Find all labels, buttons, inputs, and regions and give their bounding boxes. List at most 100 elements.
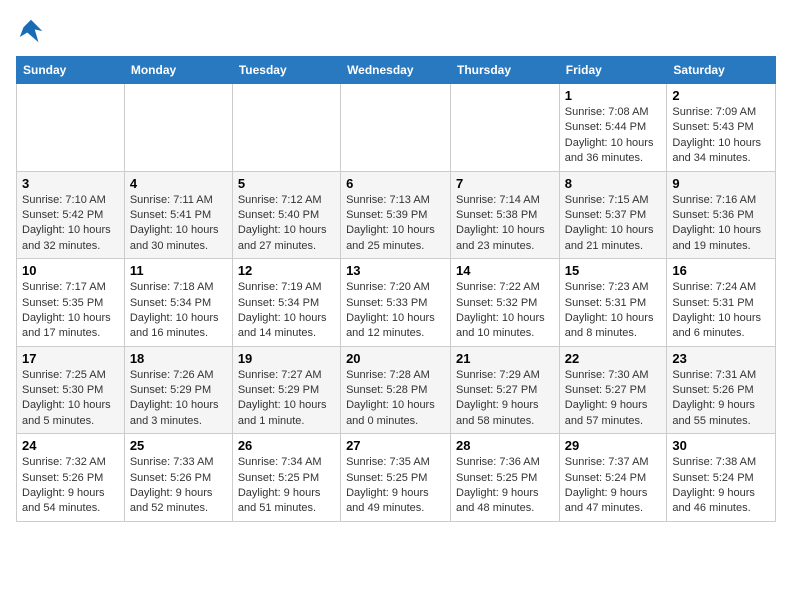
calendar-cell [451,84,560,172]
day-number: 22 [565,351,662,366]
weekday-header-cell: Thursday [451,57,560,84]
day-info: Sunrise: 7:32 AM Sunset: 5:26 PM Dayligh… [22,455,119,517]
weekday-header-cell: Sunday [17,57,125,84]
day-number: 8 [565,176,662,191]
calendar-cell: 25 Sunrise: 7:33 AM Sunset: 5:26 PM Dayli… [124,434,232,522]
calendar-cell: 9 Sunrise: 7:16 AM Sunset: 5:36 PM Daylig… [667,171,776,259]
day-info: Sunrise: 7:26 AM Sunset: 5:29 PM Dayligh… [130,368,227,430]
calendar-cell: 8 Sunrise: 7:15 AM Sunset: 5:37 PM Daylig… [559,171,667,259]
calendar-cell: 21 Sunrise: 7:29 AM Sunset: 5:27 PM Dayli… [451,346,560,434]
day-info: Sunrise: 7:11 AM Sunset: 5:41 PM Dayligh… [130,193,227,255]
day-number: 7 [456,176,554,191]
calendar-cell: 22 Sunrise: 7:30 AM Sunset: 5:27 PM Dayli… [559,346,667,434]
weekday-header-row: SundayMondayTuesdayWednesdayThursdayFrid… [17,57,776,84]
calendar-cell: 20 Sunrise: 7:28 AM Sunset: 5:28 PM Dayli… [341,346,451,434]
calendar-cell [341,84,451,172]
day-number: 15 [565,263,662,278]
calendar-cell: 17 Sunrise: 7:25 AM Sunset: 5:30 PM Dayli… [17,346,125,434]
calendar-cell: 18 Sunrise: 7:26 AM Sunset: 5:29 PM Dayli… [124,346,232,434]
calendar-cell [124,84,232,172]
calendar-week-row: 10Sunrise: 7:17 AM Sunset: 5:35 PM Dayli… [17,259,776,347]
calendar-cell: 3 Sunrise: 7:10 AM Sunset: 5:42 PM Daylig… [17,171,125,259]
logo [16,16,50,46]
day-number: 11 [130,263,227,278]
calendar-cell: 27 Sunrise: 7:35 AM Sunset: 5:25 PM Dayli… [341,434,451,522]
day-info: Sunrise: 7:36 AM Sunset: 5:25 PM Dayligh… [456,455,554,517]
day-info: Sunrise: 7:30 AM Sunset: 5:27 PM Dayligh… [565,368,662,430]
day-number: 24 [22,438,119,453]
day-number: 27 [346,438,445,453]
calendar-cell: 11Sunrise: 7:18 AM Sunset: 5:34 PM Dayli… [124,259,232,347]
weekday-header-cell: Friday [559,57,667,84]
day-number: 6 [346,176,445,191]
calendar-cell [232,84,340,172]
calendar-cell [17,84,125,172]
calendar-cell: 12 Sunrise: 7:19 AM Sunset: 5:34 PM Dayli… [232,259,340,347]
calendar-cell: 28 Sunrise: 7:36 AM Sunset: 5:25 PM Dayli… [451,434,560,522]
calendar-week-row: 3 Sunrise: 7:10 AM Sunset: 5:42 PM Daylig… [17,171,776,259]
calendar-cell: 26Sunrise: 7:34 AM Sunset: 5:25 PM Dayli… [232,434,340,522]
day-info: Sunrise: 7:27 AM Sunset: 5:29 PM Dayligh… [238,368,335,430]
weekday-header-cell: Saturday [667,57,776,84]
day-info: Sunrise: 7:13 AM Sunset: 5:39 PM Dayligh… [346,193,445,255]
calendar-week-row: 24 Sunrise: 7:32 AM Sunset: 5:26 PM Dayli… [17,434,776,522]
calendar-week-row: 17 Sunrise: 7:25 AM Sunset: 5:30 PM Dayli… [17,346,776,434]
day-number: 12 [238,263,335,278]
day-info: Sunrise: 7:31 AM Sunset: 5:26 PM Dayligh… [672,368,770,430]
day-number: 18 [130,351,227,366]
day-info: Sunrise: 7:10 AM Sunset: 5:42 PM Dayligh… [22,193,119,255]
calendar-cell: 10Sunrise: 7:17 AM Sunset: 5:35 PM Dayli… [17,259,125,347]
day-number: 26 [238,438,335,453]
calendar-cell: 4 Sunrise: 7:11 AM Sunset: 5:41 PM Daylig… [124,171,232,259]
day-number: 30 [672,438,770,453]
calendar-body: 1Sunrise: 7:08 AM Sunset: 5:44 PM Daylig… [17,84,776,522]
day-number: 13 [346,263,445,278]
day-number: 2 [672,88,770,103]
calendar-cell: 24 Sunrise: 7:32 AM Sunset: 5:26 PM Dayli… [17,434,125,522]
calendar-cell: 5 Sunrise: 7:12 AM Sunset: 5:40 PM Daylig… [232,171,340,259]
day-number: 25 [130,438,227,453]
day-info: Sunrise: 7:28 AM Sunset: 5:28 PM Dayligh… [346,368,445,430]
day-number: 28 [456,438,554,453]
day-number: 20 [346,351,445,366]
day-info: Sunrise: 7:09 AM Sunset: 5:43 PM Dayligh… [672,105,770,167]
day-number: 23 [672,351,770,366]
day-info: Sunrise: 7:23 AM Sunset: 5:31 PM Dayligh… [565,280,662,342]
calendar-week-row: 1Sunrise: 7:08 AM Sunset: 5:44 PM Daylig… [17,84,776,172]
day-number: 5 [238,176,335,191]
day-number: 9 [672,176,770,191]
day-info: Sunrise: 7:12 AM Sunset: 5:40 PM Dayligh… [238,193,335,255]
calendar-cell: 15 Sunrise: 7:23 AM Sunset: 5:31 PM Dayli… [559,259,667,347]
day-info: Sunrise: 7:24 AM Sunset: 5:31 PM Dayligh… [672,280,770,342]
day-info: Sunrise: 7:33 AM Sunset: 5:26 PM Dayligh… [130,455,227,517]
day-info: Sunrise: 7:19 AM Sunset: 5:34 PM Dayligh… [238,280,335,342]
day-info: Sunrise: 7:15 AM Sunset: 5:37 PM Dayligh… [565,193,662,255]
calendar-cell: 6 Sunrise: 7:13 AM Sunset: 5:39 PM Daylig… [341,171,451,259]
page-header [16,16,776,46]
day-info: Sunrise: 7:20 AM Sunset: 5:33 PM Dayligh… [346,280,445,342]
day-number: 4 [130,176,227,191]
day-number: 14 [456,263,554,278]
day-info: Sunrise: 7:14 AM Sunset: 5:38 PM Dayligh… [456,193,554,255]
day-info: Sunrise: 7:17 AM Sunset: 5:35 PM Dayligh… [22,280,119,342]
calendar-cell: 30 Sunrise: 7:38 AM Sunset: 5:24 PM Dayli… [667,434,776,522]
calendar-table: SundayMondayTuesdayWednesdayThursdayFrid… [16,56,776,522]
weekday-header-cell: Tuesday [232,57,340,84]
day-info: Sunrise: 7:16 AM Sunset: 5:36 PM Dayligh… [672,193,770,255]
day-number: 17 [22,351,119,366]
calendar-cell: 16Sunrise: 7:24 AM Sunset: 5:31 PM Dayli… [667,259,776,347]
day-number: 3 [22,176,119,191]
calendar-cell: 29Sunrise: 7:37 AM Sunset: 5:24 PM Dayli… [559,434,667,522]
calendar-cell: 1Sunrise: 7:08 AM Sunset: 5:44 PM Daylig… [559,84,667,172]
day-info: Sunrise: 7:38 AM Sunset: 5:24 PM Dayligh… [672,455,770,517]
day-info: Sunrise: 7:35 AM Sunset: 5:25 PM Dayligh… [346,455,445,517]
weekday-header-cell: Monday [124,57,232,84]
logo-bird-icon [16,16,46,46]
calendar-cell: 2 Sunrise: 7:09 AM Sunset: 5:43 PM Daylig… [667,84,776,172]
day-info: Sunrise: 7:29 AM Sunset: 5:27 PM Dayligh… [456,368,554,430]
calendar-cell: 13 Sunrise: 7:20 AM Sunset: 5:33 PM Dayli… [341,259,451,347]
day-number: 19 [238,351,335,366]
day-info: Sunrise: 7:25 AM Sunset: 5:30 PM Dayligh… [22,368,119,430]
day-number: 21 [456,351,554,366]
day-number: 1 [565,88,662,103]
